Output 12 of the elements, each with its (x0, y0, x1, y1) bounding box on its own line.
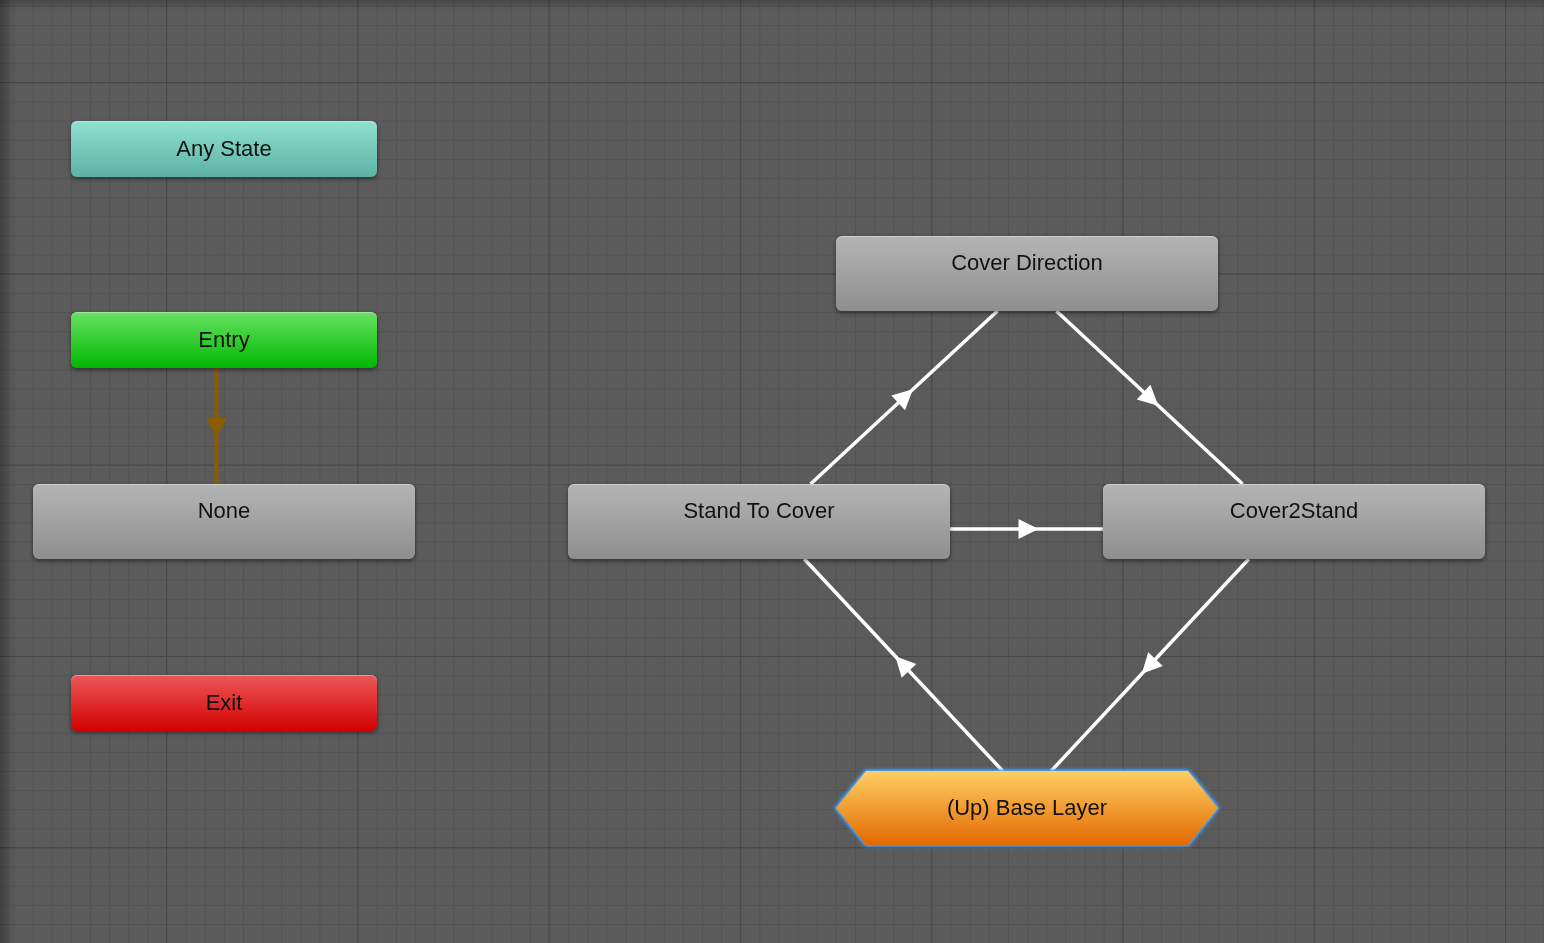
transition-arrow[interactable] (809, 309, 999, 486)
transition-arrow[interactable] (1049, 557, 1251, 773)
state-node[interactable]: Cover Direction (836, 236, 1218, 311)
transition-arrow[interactable] (1055, 309, 1244, 486)
state-node[interactable]: Cover2Stand (1103, 484, 1485, 559)
entry-node[interactable]: Entry (71, 312, 377, 368)
transition-arrow[interactable] (950, 519, 1103, 539)
any-state-node[interactable]: Any State (71, 121, 377, 177)
transition-arrow[interactable] (803, 557, 1004, 773)
state-node[interactable]: Stand To Cover (568, 484, 950, 559)
exit-node[interactable]: Exit (71, 675, 377, 731)
state-node[interactable]: None (33, 484, 415, 559)
